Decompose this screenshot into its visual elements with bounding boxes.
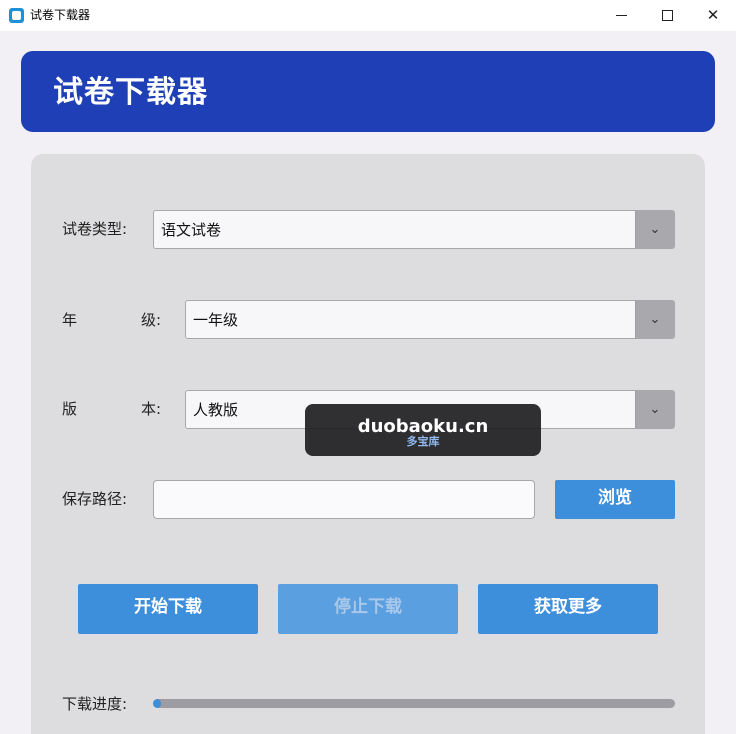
- chevron-down-icon[interactable]: ⌄: [635, 391, 674, 428]
- grade-label-right: 级:: [141, 311, 162, 329]
- app-window: 试卷下载器 ✕ 试卷下载器 试卷类型: 语文试卷 ⌄ 年 级: 一年级 ⌄ 版 …: [0, 0, 736, 734]
- header-banner: 试卷下载器: [21, 51, 715, 132]
- progress-fill: [153, 699, 161, 708]
- minimize-button[interactable]: [598, 0, 644, 31]
- grade-label-left: 年: [62, 311, 78, 329]
- chevron-down-icon[interactable]: ⌄: [635, 301, 674, 338]
- close-button[interactable]: ✕: [690, 0, 736, 31]
- get-more-button[interactable]: 获取更多: [478, 584, 658, 634]
- edition-label-right: 本:: [141, 400, 162, 418]
- paper-type-value: 语文试卷: [161, 221, 222, 239]
- chevron-down-icon[interactable]: ⌄: [635, 211, 674, 248]
- start-download-button[interactable]: 开始下载: [78, 584, 258, 634]
- stop-download-button[interactable]: 停止下载: [278, 584, 458, 634]
- paper-type-select[interactable]: 语文试卷 ⌄: [153, 210, 675, 249]
- grade-select[interactable]: 一年级 ⌄: [185, 300, 675, 339]
- watermark-overlay: duobaoku.cn 多宝库: [305, 404, 541, 456]
- title-bar: 试卷下载器 ✕: [0, 0, 736, 31]
- edition-label-left: 版: [62, 400, 78, 418]
- progress-label: 下载进度:: [62, 695, 128, 713]
- download-progress-bar: [153, 699, 675, 708]
- app-icon: [9, 8, 24, 23]
- save-path-input[interactable]: [153, 480, 535, 519]
- maximize-button[interactable]: [644, 0, 690, 31]
- window-title: 试卷下载器: [30, 8, 91, 22]
- browse-button[interactable]: 浏览: [555, 480, 675, 519]
- paper-type-label: 试卷类型:: [62, 220, 128, 238]
- grade-value: 一年级: [193, 311, 239, 329]
- edition-value: 人教版: [193, 401, 239, 419]
- page-title: 试卷下载器: [53, 75, 208, 110]
- watermark-subtext: 多宝库: [406, 435, 440, 448]
- save-path-label: 保存路径:: [62, 490, 128, 508]
